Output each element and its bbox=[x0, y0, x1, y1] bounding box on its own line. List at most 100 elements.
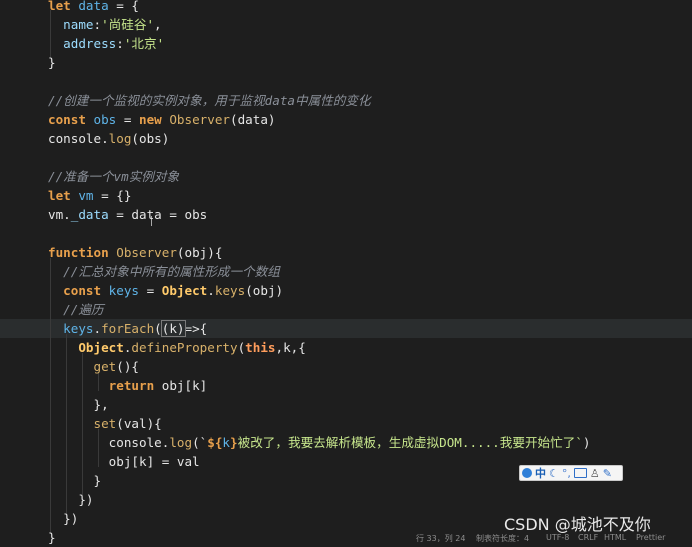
code-token: } bbox=[48, 473, 102, 488]
code-line[interactable]: }) bbox=[48, 490, 94, 509]
code-token: (val){ bbox=[116, 416, 162, 431]
code-token: ,k,{ bbox=[275, 340, 306, 355]
code-token: set bbox=[48, 416, 117, 431]
code-line[interactable]: //汇总对象中所有的属性形成一个数组 bbox=[48, 262, 280, 281]
code-token: const bbox=[48, 283, 109, 298]
code-token: : bbox=[116, 36, 124, 51]
code-line[interactable]: return obj[k] bbox=[48, 376, 208, 395]
status-encoding[interactable]: UTF-8 bbox=[546, 533, 569, 542]
punctuation-icon[interactable]: °, bbox=[562, 467, 571, 480]
code-token: data bbox=[78, 0, 109, 13]
code-line[interactable]: } bbox=[48, 471, 101, 490]
code-token: //遍历 bbox=[48, 302, 104, 317]
code-token: . bbox=[207, 283, 215, 298]
code-token: Observer bbox=[116, 245, 177, 260]
code-line[interactable]: //遍历 bbox=[48, 300, 104, 319]
status-tab-size[interactable]: 制表符长度：4 bbox=[476, 533, 529, 542]
code-token: ${ bbox=[207, 435, 223, 450]
status-cursor-position[interactable]: 行 33，列 24 bbox=[416, 533, 465, 542]
code-token: k bbox=[222, 435, 231, 450]
code-token: = { bbox=[108, 0, 140, 13]
code-token: = {} bbox=[93, 188, 132, 203]
code-token: Observer bbox=[169, 112, 231, 127]
code-line[interactable]: //准备一个vm实例对象 bbox=[48, 167, 179, 186]
code-token: console bbox=[48, 131, 102, 146]
code-token: //汇总对象中所有的属性形成一个数组 bbox=[48, 264, 280, 279]
code-line[interactable]: name:'尚硅谷', bbox=[48, 15, 162, 34]
code-token: let bbox=[48, 0, 79, 13]
code-token: address bbox=[48, 36, 117, 51]
code-line[interactable]: }) bbox=[48, 509, 78, 528]
code-token: defineProperty bbox=[131, 340, 238, 355]
code-token: (obj) bbox=[245, 283, 284, 298]
code-line[interactable]: obj[k] = val bbox=[48, 452, 200, 471]
code-token: keys bbox=[214, 283, 246, 298]
code-token: '尚硅谷' bbox=[101, 17, 155, 32]
code-line[interactable]: function Observer(obj){ bbox=[48, 243, 222, 262]
ime-language-toggle[interactable]: 中 bbox=[535, 465, 546, 481]
code-token: = data = obs bbox=[108, 207, 208, 222]
code-token: name bbox=[48, 17, 94, 32]
code-token: new bbox=[139, 112, 170, 127]
code-token: (){ bbox=[116, 359, 139, 374]
code-token: = bbox=[139, 283, 162, 298]
code-token: (k) bbox=[160, 320, 186, 337]
code-token: const bbox=[48, 112, 94, 127]
code-line[interactable]: const obs = new Observer(data) bbox=[48, 110, 276, 129]
code-token: keys bbox=[48, 321, 94, 336]
code-token: }) bbox=[48, 492, 94, 507]
code-line[interactable]: console.log(obs) bbox=[48, 129, 169, 148]
keyboard-icon[interactable] bbox=[573, 468, 587, 478]
code-line[interactable]: address:'北京' bbox=[48, 34, 164, 53]
code-token: vm. bbox=[48, 207, 71, 222]
code-line[interactable]: console.log(`${k}被改了，我要去解析模板，生成虚拟DOM....… bbox=[48, 433, 591, 452]
code-line[interactable]: let data = { bbox=[48, 0, 139, 15]
code-editor[interactable]: let data = { name:'尚硅谷', address:'北京'}//… bbox=[0, 0, 692, 545]
status-language[interactable]: HTML bbox=[604, 533, 626, 542]
code-line[interactable]: Object.defineProperty(this,k,{ bbox=[48, 338, 306, 357]
code-token: ) bbox=[582, 435, 591, 450]
code-token: ( bbox=[154, 321, 162, 336]
code-token: log bbox=[169, 435, 193, 450]
code-token: console bbox=[48, 435, 162, 450]
code-line[interactable]: set(val){ bbox=[48, 414, 162, 433]
code-token: forEach bbox=[101, 321, 155, 336]
code-line[interactable]: const keys = Object.keys(obj) bbox=[48, 281, 283, 300]
csdn-watermark: CSDN @城池不及你 bbox=[504, 515, 651, 534]
code-token: }, bbox=[48, 397, 109, 412]
user-icon[interactable]: ♙ bbox=[590, 467, 600, 480]
code-token: =>{ bbox=[184, 321, 208, 336]
code-token: = bbox=[116, 112, 139, 127]
status-eol[interactable]: CRLF bbox=[578, 533, 598, 542]
code-token: obj[k] = val bbox=[48, 454, 200, 469]
moon-icon[interactable]: ☾ bbox=[549, 467, 559, 480]
code-token: //准备一个vm实例对象 bbox=[48, 169, 180, 184]
ime-toolbar[interactable]: 中 ☾ °, ♙ ✎ bbox=[519, 465, 623, 481]
code-token: vm bbox=[78, 188, 94, 203]
code-token: . bbox=[101, 131, 109, 146]
code-line[interactable]: vm._data = data = obs bbox=[48, 205, 207, 224]
code-line[interactable]: get(){ bbox=[48, 357, 139, 376]
status-bar: 行 33，列 24 制表符长度：4 UTF-8 CRLF HTML Pretti… bbox=[0, 533, 692, 542]
code-token: (obj){ bbox=[176, 245, 223, 260]
code-line[interactable]: keys.forEach((k)=>{ bbox=[48, 319, 207, 338]
code-line[interactable]: let vm = {} bbox=[48, 186, 131, 205]
code-token: (obs) bbox=[131, 131, 170, 146]
status-prettier[interactable]: Prettier bbox=[636, 533, 665, 542]
code-token: (` bbox=[192, 435, 208, 450]
code-token: let bbox=[48, 188, 79, 203]
code-token: function bbox=[48, 245, 117, 260]
code-token: }) bbox=[48, 511, 79, 526]
code-token: keys bbox=[108, 283, 140, 298]
code-line[interactable]: }, bbox=[48, 395, 109, 414]
sogou-logo-icon[interactable] bbox=[522, 468, 532, 478]
code-token: return bbox=[48, 378, 162, 393]
code-token: Object bbox=[48, 340, 124, 355]
code-line[interactable]: } bbox=[48, 53, 56, 72]
code-line[interactable]: //创建一个监视的实例对象，用于监视data中属性的变化 bbox=[48, 91, 371, 110]
code-token: log bbox=[108, 131, 132, 146]
code-token: obs bbox=[93, 112, 117, 127]
code-token: 被改了，我要去解析模板，生成虚拟DOM.....我要开始忙了` bbox=[237, 435, 583, 450]
wrench-icon[interactable]: ✎ bbox=[603, 467, 612, 480]
code-token: , bbox=[154, 17, 162, 32]
